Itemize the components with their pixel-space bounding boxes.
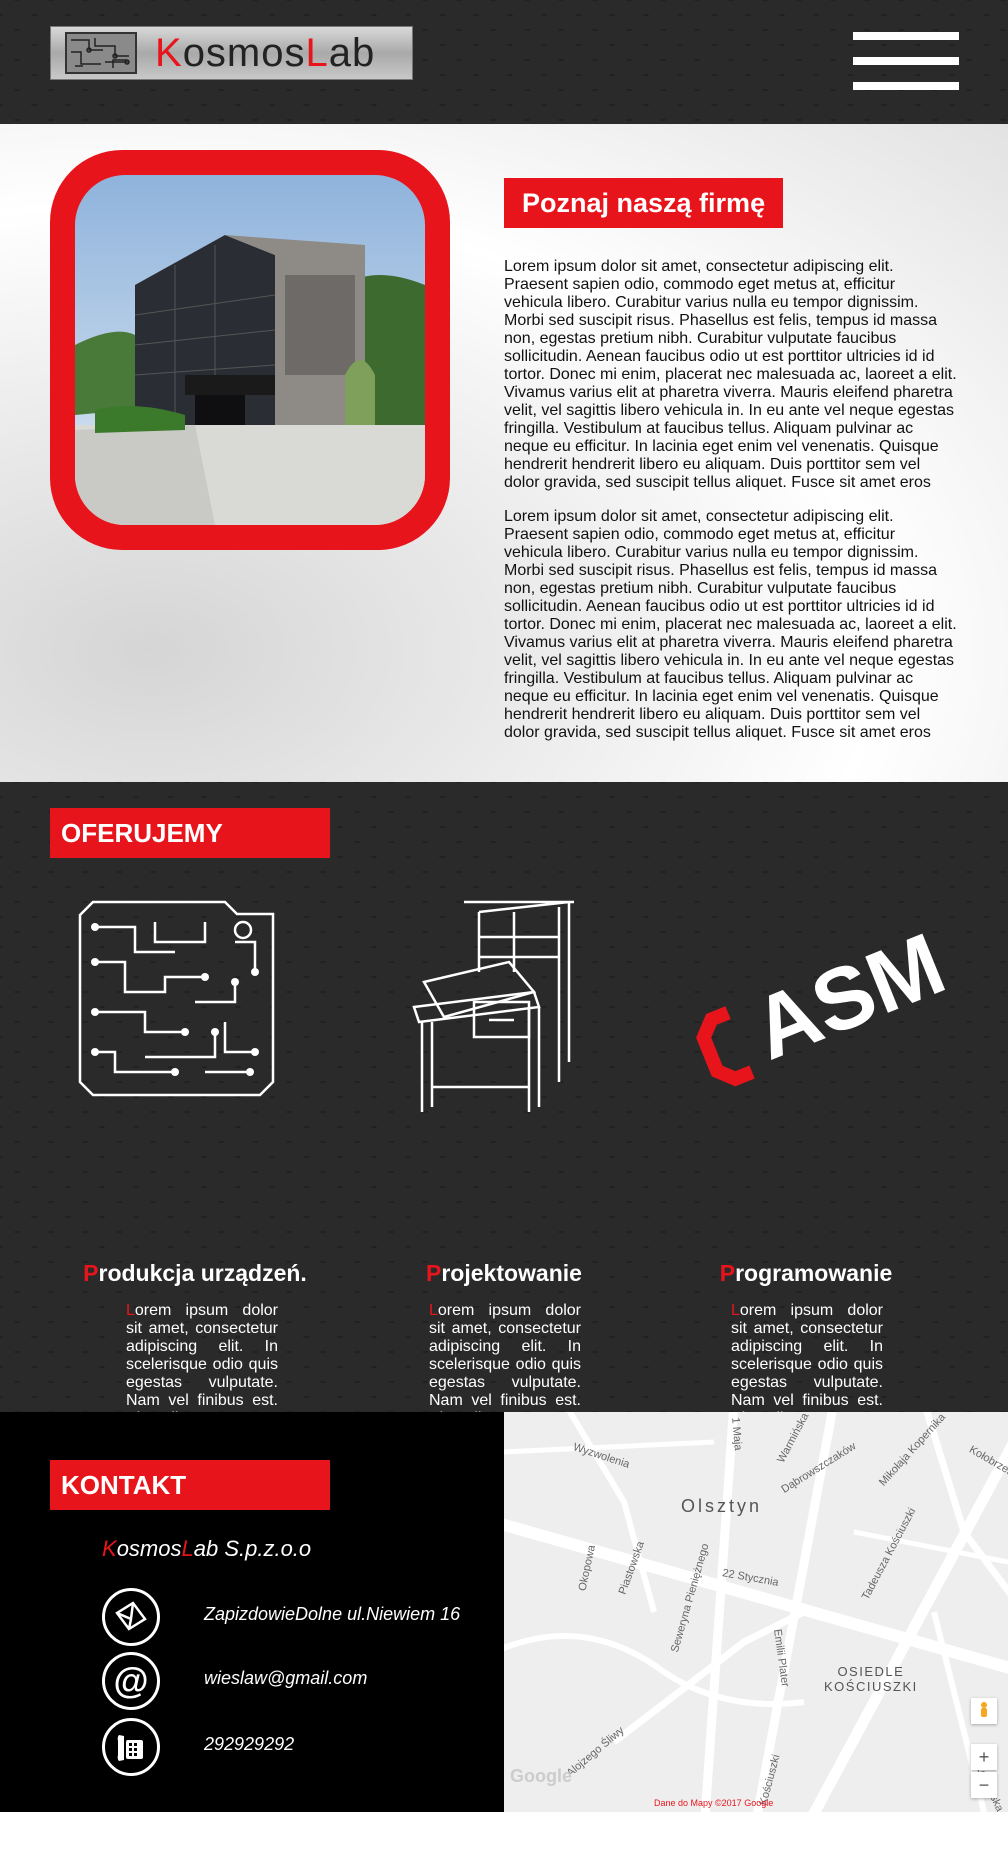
offer-section: OFERUJEMY Produkcja urządzeń. Lorem ipsu… (0, 782, 1008, 1463)
map-roads (504, 1412, 1008, 1812)
pegman-icon[interactable] (971, 1698, 997, 1724)
asm-logo-icon: ASM (696, 913, 958, 1087)
site-header: KosmosLab (0, 0, 1008, 124)
phone-icon (102, 1718, 160, 1776)
envelope-icon (102, 1588, 160, 1646)
map-widget[interactable]: Olsztyn Wyzwolenia 1 Maja Warmińska Dąbr… (504, 1412, 1008, 1812)
logo-text: KosmosLab (155, 31, 376, 75)
service-title: Programowanie (719, 1260, 893, 1286)
service-title: Produkcja urządzeń. (83, 1260, 307, 1286)
service-title: Projektowanie (426, 1260, 582, 1286)
phone-link[interactable]: 292929292 (204, 1734, 294, 1755)
company-name: KosmosLab S.p.z.o.o (102, 1536, 312, 1561)
chip-icon (65, 32, 137, 74)
svg-text:ASM: ASM (739, 913, 957, 1078)
email-link[interactable]: wieslaw@gmail.com (204, 1668, 367, 1689)
hamburger-icon[interactable] (853, 32, 959, 90)
svg-text:@: @ (113, 1660, 148, 1701)
map-credit[interactable]: Dane do Mapy ©2017 Google (654, 1798, 773, 1808)
about-paragraph-1: Lorem ipsum dolor sit amet, consectetur … (504, 258, 957, 491)
offer-title: OFERUJEMY (50, 808, 330, 858)
google-logo: Google (510, 1766, 572, 1786)
building-photo (75, 175, 425, 525)
circuit-board-icon (78, 900, 275, 1097)
contact-title: KONTAKT (50, 1460, 330, 1510)
address-text: ZapizdowieDolne ul.Niewiem 16 (204, 1604, 461, 1624)
contact-address-row: ZapizdowieDolne ul.Niewiem 16 (102, 1588, 502, 1646)
building-image (75, 175, 425, 525)
zoom-out-button[interactable]: − (971, 1772, 997, 1798)
map-city-label: Olsztyn (681, 1496, 763, 1516)
zoom-in-button[interactable]: + (971, 1744, 997, 1770)
contact-phone-row: 292929292 (102, 1718, 502, 1776)
about-title: Poznaj naszą firmę (504, 178, 784, 228)
logo[interactable]: KosmosLab (50, 26, 413, 80)
photo-frame (50, 150, 450, 550)
at-sign-icon: @ (102, 1652, 160, 1710)
about-paragraph-2: Lorem ipsum dolor sit amet, consectetur … (504, 508, 957, 741)
contact-email-row: @ wieslaw@gmail.com (102, 1652, 502, 1710)
contact-section: KONTAKT KosmosLab S.p.z.o.o ZapizdowieDo… (0, 1412, 504, 1812)
drafting-desk-icon (412, 900, 574, 1112)
about-section: Poznaj naszą firmę Lorem ipsum dolor sit… (0, 124, 1008, 782)
map-district-label: OSIEDLE KOŚCIUSZKI (824, 1664, 918, 1694)
